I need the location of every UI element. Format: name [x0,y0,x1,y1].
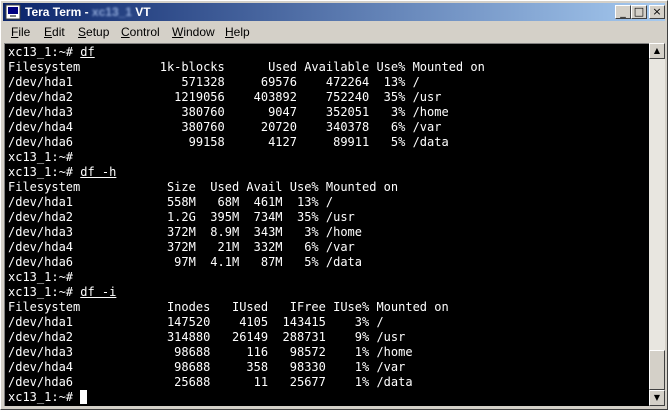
output-line: /dev/hda1 571328 69576 472264 13% / [8,75,420,89]
arrow-up-icon: ▲ [653,46,661,55]
output-line: /dev/hda6 97M 4.1M 87M 5% /data [8,255,363,269]
menu-control[interactable]: Control [121,24,160,40]
shell-command: df [80,45,95,59]
output-line: /dev/hda1 147520 4105 143415 3% / [8,315,384,329]
shell-command: df -i [80,285,117,299]
teraterm-window: Tera Term - xc13_1 VT _ □ × File Edit Se… [0,0,668,410]
minimize-icon: _ [620,5,626,18]
output-line: /dev/hda4 380760 20720 340378 6% /var [8,120,442,134]
teraterm-icon [5,4,21,20]
terminal-area[interactable]: xc13_1:~# df Filesystem 1k-blocks Used Av… [4,43,649,406]
title-bar[interactable]: Tera Term - xc13_1 VT _ □ × [3,3,665,21]
maximize-button[interactable]: □ [631,5,647,19]
maximize-icon: □ [633,5,645,18]
output-line: /dev/hda4 372M 21M 332M 6% /var [8,240,355,254]
output-line: /dev/hda4 98688 358 98330 1% /var [8,360,406,374]
prompt-line: xc13_1:~# [8,270,485,285]
output-line: /dev/hda3 372M 8.9M 343M 3% /home [8,225,363,239]
output-line: /dev/hda3 98688 116 98572 1% /home [8,345,413,359]
menu-window[interactable]: Window [172,24,215,40]
scroll-down-button[interactable]: ▼ [649,390,665,406]
menu-file[interactable]: File [11,24,30,40]
vertical-scrollbar[interactable]: ▲ ▼ [649,43,665,406]
shell-prompt: xc13_1:~# [8,390,81,404]
shell-command: df -h [80,165,117,179]
close-button[interactable]: × [649,5,665,19]
arrow-down-icon: ▼ [653,393,661,402]
output-line: /dev/hda3 380760 9047 352051 3% /home [8,105,449,119]
output-line: /dev/hda2 314880 26149 288731 9% /usr [8,330,406,344]
output-line: /dev/hda6 99158 4127 89911 5% /data [8,135,449,149]
shell-prompt: xc13_1:~# [8,45,81,59]
output-line: /dev/hda6 25688 11 25677 1% /data [8,375,413,389]
shell-prompt: xc13_1:~# [8,165,81,179]
shell-prompt: xc13_1:~# [8,270,81,284]
scroll-up-button[interactable]: ▲ [649,43,665,59]
output-line: Filesystem 1k-blocks Used Available Use%… [8,60,485,74]
scrollbar-thumb[interactable] [649,350,665,390]
minimize-button[interactable]: _ [615,5,631,19]
prompt-line: xc13_1:~# [8,390,485,405]
menu-bar: File Edit Setup Control Window Help [3,22,665,41]
output-line: /dev/hda1 558M 68M 461M 13% / [8,195,334,209]
output-line: Filesystem Inodes IUsed IFree IUse% Moun… [8,300,449,314]
shell-prompt: xc13_1:~# [8,150,81,164]
prompt-line: xc13_1:~# df -i [8,285,485,300]
menu-edit[interactable]: Edit [44,24,65,40]
menu-setup[interactable]: Setup [78,24,109,40]
prompt-line: xc13_1:~# [8,150,485,165]
output-line: /dev/hda2 1.2G 395M 734M 35% /usr [8,210,355,224]
shell-prompt: xc13_1:~# [8,285,81,299]
text-cursor [80,390,88,404]
title-prefix: Tera Term - [25,5,92,19]
output-line: /dev/hda2 1219056 403892 752240 35% /usr [8,90,442,104]
window-title: Tera Term - xc13_1 VT [25,4,151,20]
menu-help[interactable]: Help [225,24,250,40]
output-line: Filesystem Size Used Avail Use% Mounted … [8,180,399,194]
prompt-line: xc13_1:~# df [8,45,485,60]
title-suffix: VT [131,5,151,19]
close-icon: × [652,5,662,18]
terminal-output: xc13_1:~# df Filesystem 1k-blocks Used Av… [8,45,485,405]
title-host-hidden: xc13_1 [91,5,132,19]
prompt-line: xc13_1:~# df -h [8,165,485,180]
